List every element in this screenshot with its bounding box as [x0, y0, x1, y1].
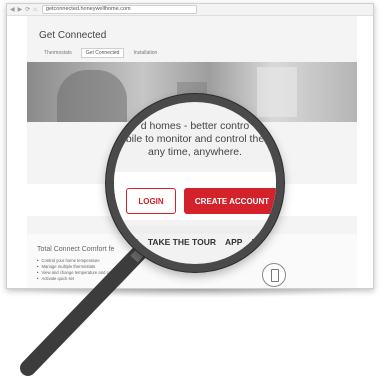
nav-faq[interactable]: FAQ — [251, 237, 268, 247]
login-button[interactable]: LOGIN — [126, 188, 176, 214]
phone-icon — [262, 263, 286, 287]
nav-take-the-tour[interactable]: TAKE THE TOUR — [148, 237, 216, 247]
magnified-nav: TURES TAKE THE TOUR APP FAQ — [114, 237, 276, 247]
magnified-tagline: d homes - better contro bile to monitor … — [114, 120, 276, 159]
create-account-button[interactable]: CREATE ACCOUNT — [184, 188, 276, 214]
nav-features[interactable]: TURES — [114, 237, 139, 247]
nav-app[interactable]: APP — [225, 237, 242, 247]
tagline-line: any time, anywhere. — [148, 146, 242, 158]
handle-grip — [20, 244, 148, 376]
tagline-line: bile to monitor and control the — [125, 133, 265, 145]
magnifying-glass-lens: d homes - better contro bile to monitor … — [106, 94, 284, 272]
tagline-line: d homes - better contro — [140, 120, 250, 132]
lens-divider — [114, 226, 276, 234]
